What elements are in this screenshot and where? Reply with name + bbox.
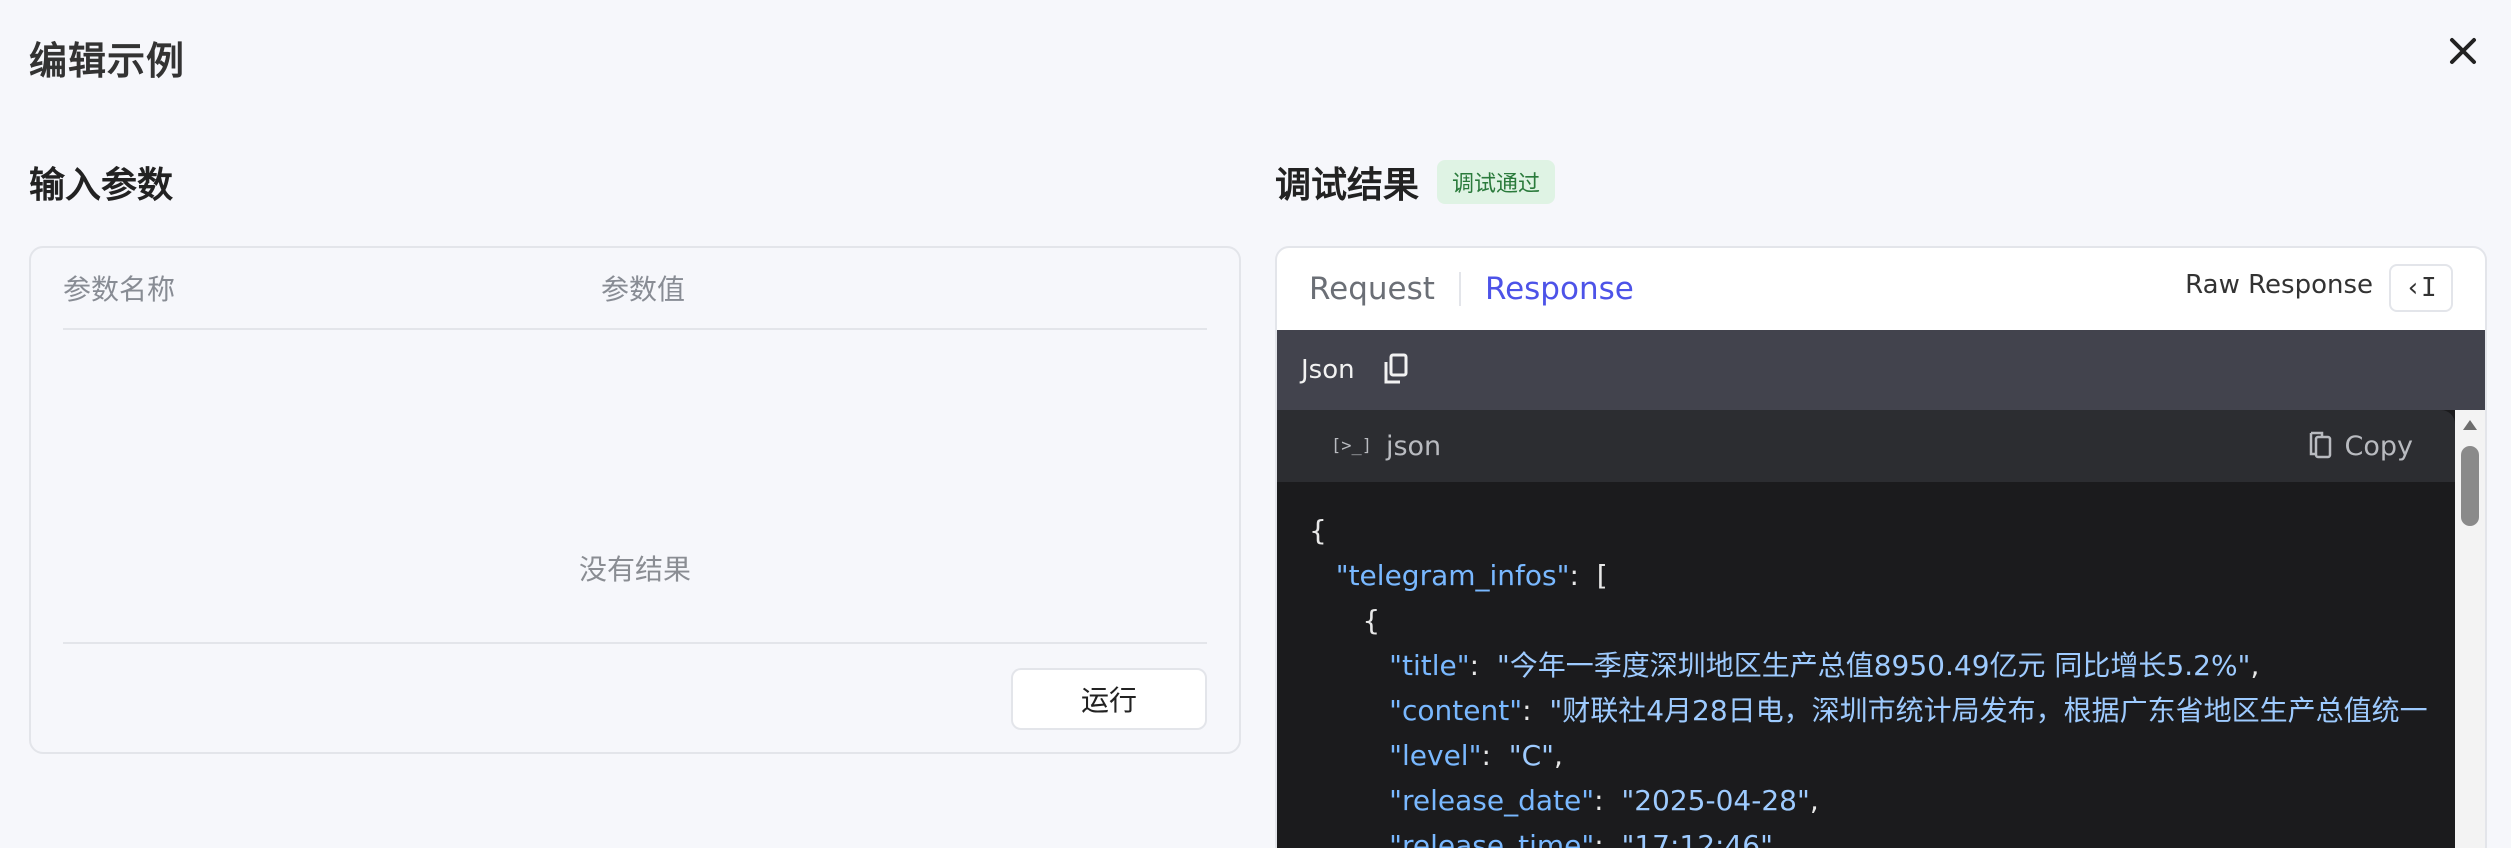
terminal-icon: [>_]	[1331, 436, 1372, 456]
code-copy-label: Copy	[2344, 430, 2414, 462]
close-button[interactable]	[2440, 28, 2486, 74]
clipboard-icon	[2309, 431, 2331, 459]
scroll-up-arrow-icon[interactable]	[2463, 420, 2477, 430]
column-header-param-name: 参数名称	[63, 273, 176, 306]
empty-state-text: 没有结果	[578, 553, 691, 586]
input-params-panel: 参数名称 参数值 没有结果 运行	[29, 246, 1241, 754]
params-table-header: 参数名称 参数值	[63, 248, 1207, 330]
close-icon[interactable]	[2448, 36, 2478, 66]
result-title-row: 调试结果 调试通过	[1275, 156, 1556, 208]
run-button[interactable]: 运行	[1011, 668, 1207, 730]
result-title: 调试结果	[1275, 165, 1420, 206]
copy-icon[interactable]	[1383, 353, 1413, 387]
collapse-icon: ‹I	[2405, 273, 2437, 303]
json-format-label: Json	[1301, 355, 1355, 385]
code-copy-button[interactable]: Copy	[2307, 430, 2414, 462]
result-panel: Request Response Raw Response ‹I Json [>…	[1275, 246, 2487, 848]
code-scrollbar[interactable]	[2455, 410, 2485, 848]
raw-response-label: Raw Response	[2185, 270, 2373, 300]
code-block: [>_] json Copy { "telegram_infos": [ { "…	[1277, 410, 2455, 848]
column-header-param-value: 参数值	[601, 273, 686, 306]
input-params-title: 输入参数	[29, 165, 174, 206]
code-block-header: [>_] json Copy	[1277, 410, 2455, 482]
status-badge: 调试通过	[1437, 160, 1556, 204]
raw-response-toggle[interactable]: ‹I	[2389, 264, 2453, 312]
json-format-bar: Json	[1277, 330, 2485, 410]
scrollbar-thumb[interactable]	[2461, 446, 2479, 526]
code-language-label: json	[1385, 430, 1442, 462]
tab-request[interactable]: Request	[1309, 272, 1461, 306]
tab-response[interactable]: Response	[1485, 271, 1634, 307]
divider	[63, 642, 1207, 644]
dialog-title: 编辑示例	[29, 39, 186, 83]
json-code: { "telegram_infos": [ { "title": "今年一季度深…	[1309, 514, 2428, 848]
